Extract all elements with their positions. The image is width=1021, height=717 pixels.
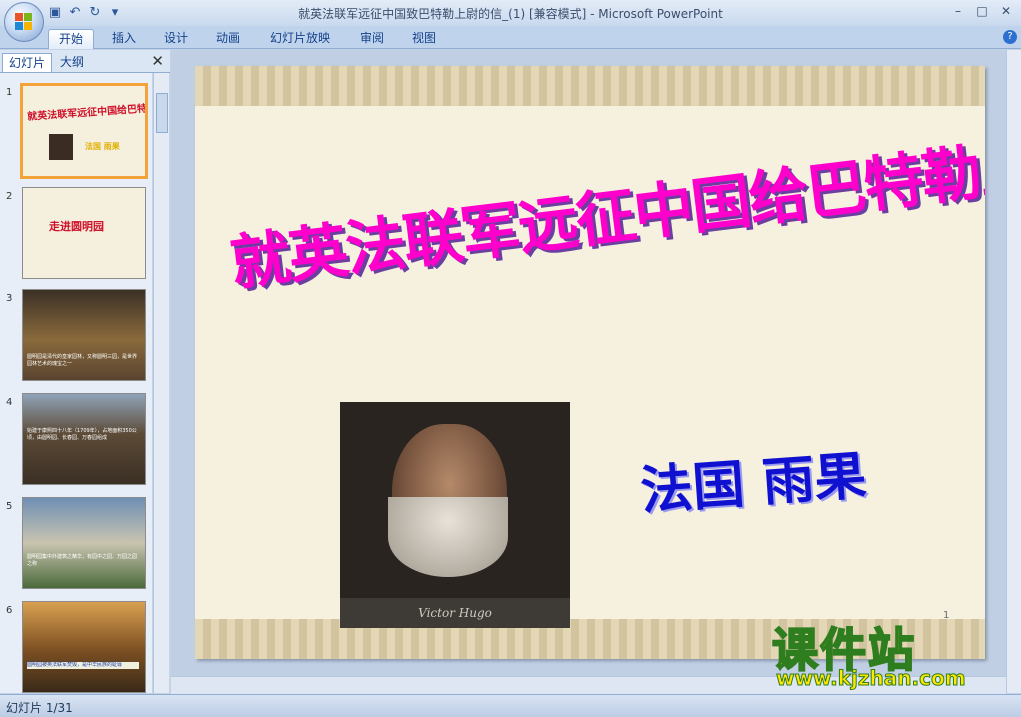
thumb-number: 3 [6,293,13,304]
portrait-caption: Victor Hugo [340,598,570,628]
close-pane-icon[interactable]: ✕ [151,52,164,70]
thumb-title: 就英法联军远征中国给巴特勒上尉的信 [26,100,148,123]
tab-view[interactable]: 视图 [402,29,446,48]
tab-animations[interactable]: 动画 [206,29,250,48]
thumb-caption: 圆明园集中外建筑之精华，有园中之园、万园之园之称 [27,554,138,567]
decorative-border-top [195,66,985,106]
minimize-icon[interactable]: – [947,2,969,20]
ribbon-tabs: 开始 插入 设计 动画 幻灯片放映 审阅 视图 [0,26,1021,49]
slide-author[interactable]: 法国 雨果 [638,433,869,524]
close-icon[interactable]: ✕ [995,2,1017,20]
author-portrait[interactable]: Victor Hugo [340,402,570,628]
thumb-title: 走进圆明园 [49,220,104,233]
watermark-url: www.kjzhan.com [776,666,967,691]
slide-thumb-6[interactable]: 圆明园被英法联军焚毁，是中华民族的耻辱 [22,601,146,693]
tab-design[interactable]: 设计 [154,29,198,48]
tab-outline[interactable]: 大纲 [54,53,90,71]
tab-slides[interactable]: 幻灯片 [2,53,53,72]
thumb-number: 5 [6,501,13,512]
current-slide[interactable]: 就英法联军远征中国给巴特勒上尉的信 Victor Hugo 法国 雨果 1 [195,66,985,659]
thumb-number: 4 [6,397,13,408]
slide-counter: 幻灯片 1/31 [6,701,73,715]
slide-title[interactable]: 就英法联军远征中国给巴特勒上尉的信 [225,110,985,302]
tab-review[interactable]: 审阅 [350,29,394,48]
thumbnails-scrollbar[interactable] [153,73,169,693]
thumb-caption: 始建于康熙四十八年（1709年），占地面积350公顷，由圆明园、长春园、万春园组… [27,428,137,441]
slide-editor: 就英法联军远征中国给巴特勒上尉的信 Victor Hugo 法国 雨果 1 [171,50,1006,693]
editor-vertical-scrollbar[interactable] [1006,50,1021,693]
window-title: 就英法联军远征中国致巴特勒上尉的信_(1) [兼容模式] - Microsoft… [298,7,723,21]
slide-thumb-3[interactable]: 圆明园是清代的皇家园林，又称圆明三园，是世界园林艺术的瑰宝之一 [22,289,146,381]
tab-home[interactable]: 开始 [48,29,95,49]
thumb-number: 1 [6,87,13,98]
window-controls: – □ ✕ [947,2,1017,20]
tab-insert[interactable]: 插入 [102,29,146,48]
thumb-number: 6 [6,605,13,616]
title-bar: ▣ ↶ ↻ ▾ 就英法联军远征中国致巴特勒上尉的信_(1) [兼容模式] - M… [0,0,1021,26]
thumb-number: 2 [6,191,13,202]
slide-thumb-2[interactable]: 走进圆明园 [22,187,146,279]
slides-pane-header: 幻灯片 大纲 ✕ [0,50,170,73]
thumb-caption: 圆明园被英法联军焚毁，是中华民族的耻辱 [27,662,139,669]
status-bar: 幻灯片 1/31 [0,694,1021,717]
slide-thumb-1[interactable]: 就英法联军远征中国给巴特勒上尉的信 法国 雨果 [20,83,148,179]
tab-slideshow[interactable]: 幻灯片放映 [260,29,340,48]
slide-thumb-5[interactable]: 圆明园集中外建筑之精华，有园中之园、万园之园之称 [22,497,146,589]
help-icon[interactable]: ? [1003,30,1017,44]
portrait-beard [388,497,508,577]
thumb-photo [49,134,73,160]
thumb-caption: 圆明园是清代的皇家园林，又称圆明三园，是世界园林艺术的瑰宝之一 [27,354,138,367]
office-button[interactable] [4,2,44,42]
office-logo-icon [15,13,33,31]
site-watermark: 课件站 www.kjzhan.com [771,614,1002,694]
scroll-thumb[interactable] [156,93,168,133]
maximize-icon[interactable]: □ [971,2,993,20]
thumb-subtitle: 法国 雨果 [85,141,120,151]
slide-thumbnails: 1 就英法联军远征中国给巴特勒上尉的信 法国 雨果 2 走进圆明园 3 圆明园是… [0,73,152,693]
slide-thumb-4[interactable]: 始建于康熙四十八年（1709年），占地面积350公顷，由圆明园、长春园、万春园组… [22,393,146,485]
